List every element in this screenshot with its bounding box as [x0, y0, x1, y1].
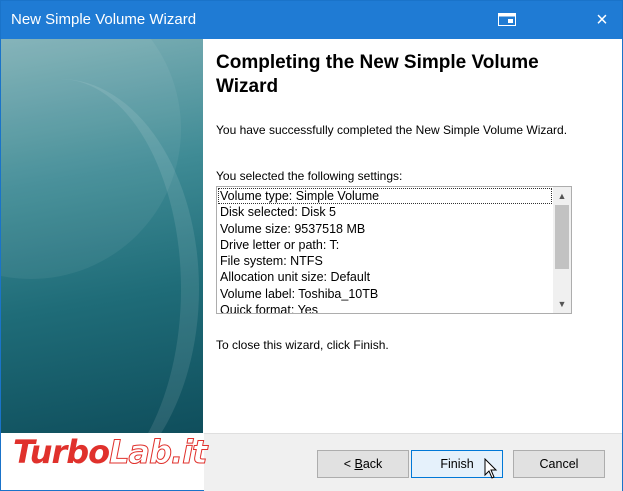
wizard-content: Completing the New Simple Volume Wizard …	[204, 39, 622, 433]
window-title: New Simple Volume Wizard	[11, 11, 197, 28]
turbolab-watermark: TurboLab.it	[13, 433, 208, 473]
vertical-scrollbar[interactable]: ▲ ▼	[553, 187, 571, 313]
wizard-side-banner	[1, 39, 203, 433]
page-title: Completing the New Simple Volume Wizard	[216, 52, 539, 97]
back-button[interactable]: < Back	[317, 450, 409, 478]
restore-window-icon[interactable]	[498, 13, 516, 26]
cancel-button[interactable]: Cancel	[513, 450, 605, 478]
success-message: You have successfully completed the New …	[216, 123, 568, 137]
settings-listbox[interactable]: Volume type: Simple Volume Disk selected:…	[216, 186, 572, 314]
close-icon[interactable]: ×	[591, 9, 613, 31]
mouse-pointer-icon	[484, 458, 498, 479]
settings-list-item[interactable]: Drive letter or path: T:	[217, 237, 553, 253]
settings-label: You selected the following settings:	[216, 169, 403, 183]
settings-list-item[interactable]: Volume type: Simple Volume	[218, 188, 552, 205]
scroll-up-icon[interactable]: ▲	[553, 188, 571, 204]
scroll-thumb[interactable]	[555, 205, 569, 269]
back-label-rest: ack	[362, 457, 383, 471]
title-bar[interactable]: New Simple Volume Wizard ×	[1, 1, 622, 39]
settings-list: Volume type: Simple Volume Disk selected:…	[217, 187, 553, 313]
scroll-down-icon[interactable]: ▼	[553, 296, 571, 312]
back-prefix: <	[343, 457, 355, 471]
watermark-part2: Lab.it	[109, 433, 208, 472]
button-bar: < Back Finish Cancel	[204, 433, 622, 491]
back-accelerator: B	[354, 457, 363, 471]
settings-list-item[interactable]: Allocation unit size: Default	[217, 269, 553, 285]
close-instruction: To close this wizard, click Finish.	[216, 338, 389, 352]
watermark-part1: Turbo	[13, 433, 110, 471]
settings-list-item[interactable]: Disk selected: Disk 5	[217, 204, 553, 220]
settings-list-item[interactable]: Quick format: Yes	[217, 302, 553, 313]
settings-list-item[interactable]: Volume size: 9537518 MB	[217, 221, 553, 237]
settings-list-item[interactable]: Volume label: Toshiba_10TB	[217, 286, 553, 302]
settings-list-item[interactable]: File system: NTFS	[217, 253, 553, 269]
wizard-window: New Simple Volume Wizard × Completing th…	[0, 0, 623, 491]
